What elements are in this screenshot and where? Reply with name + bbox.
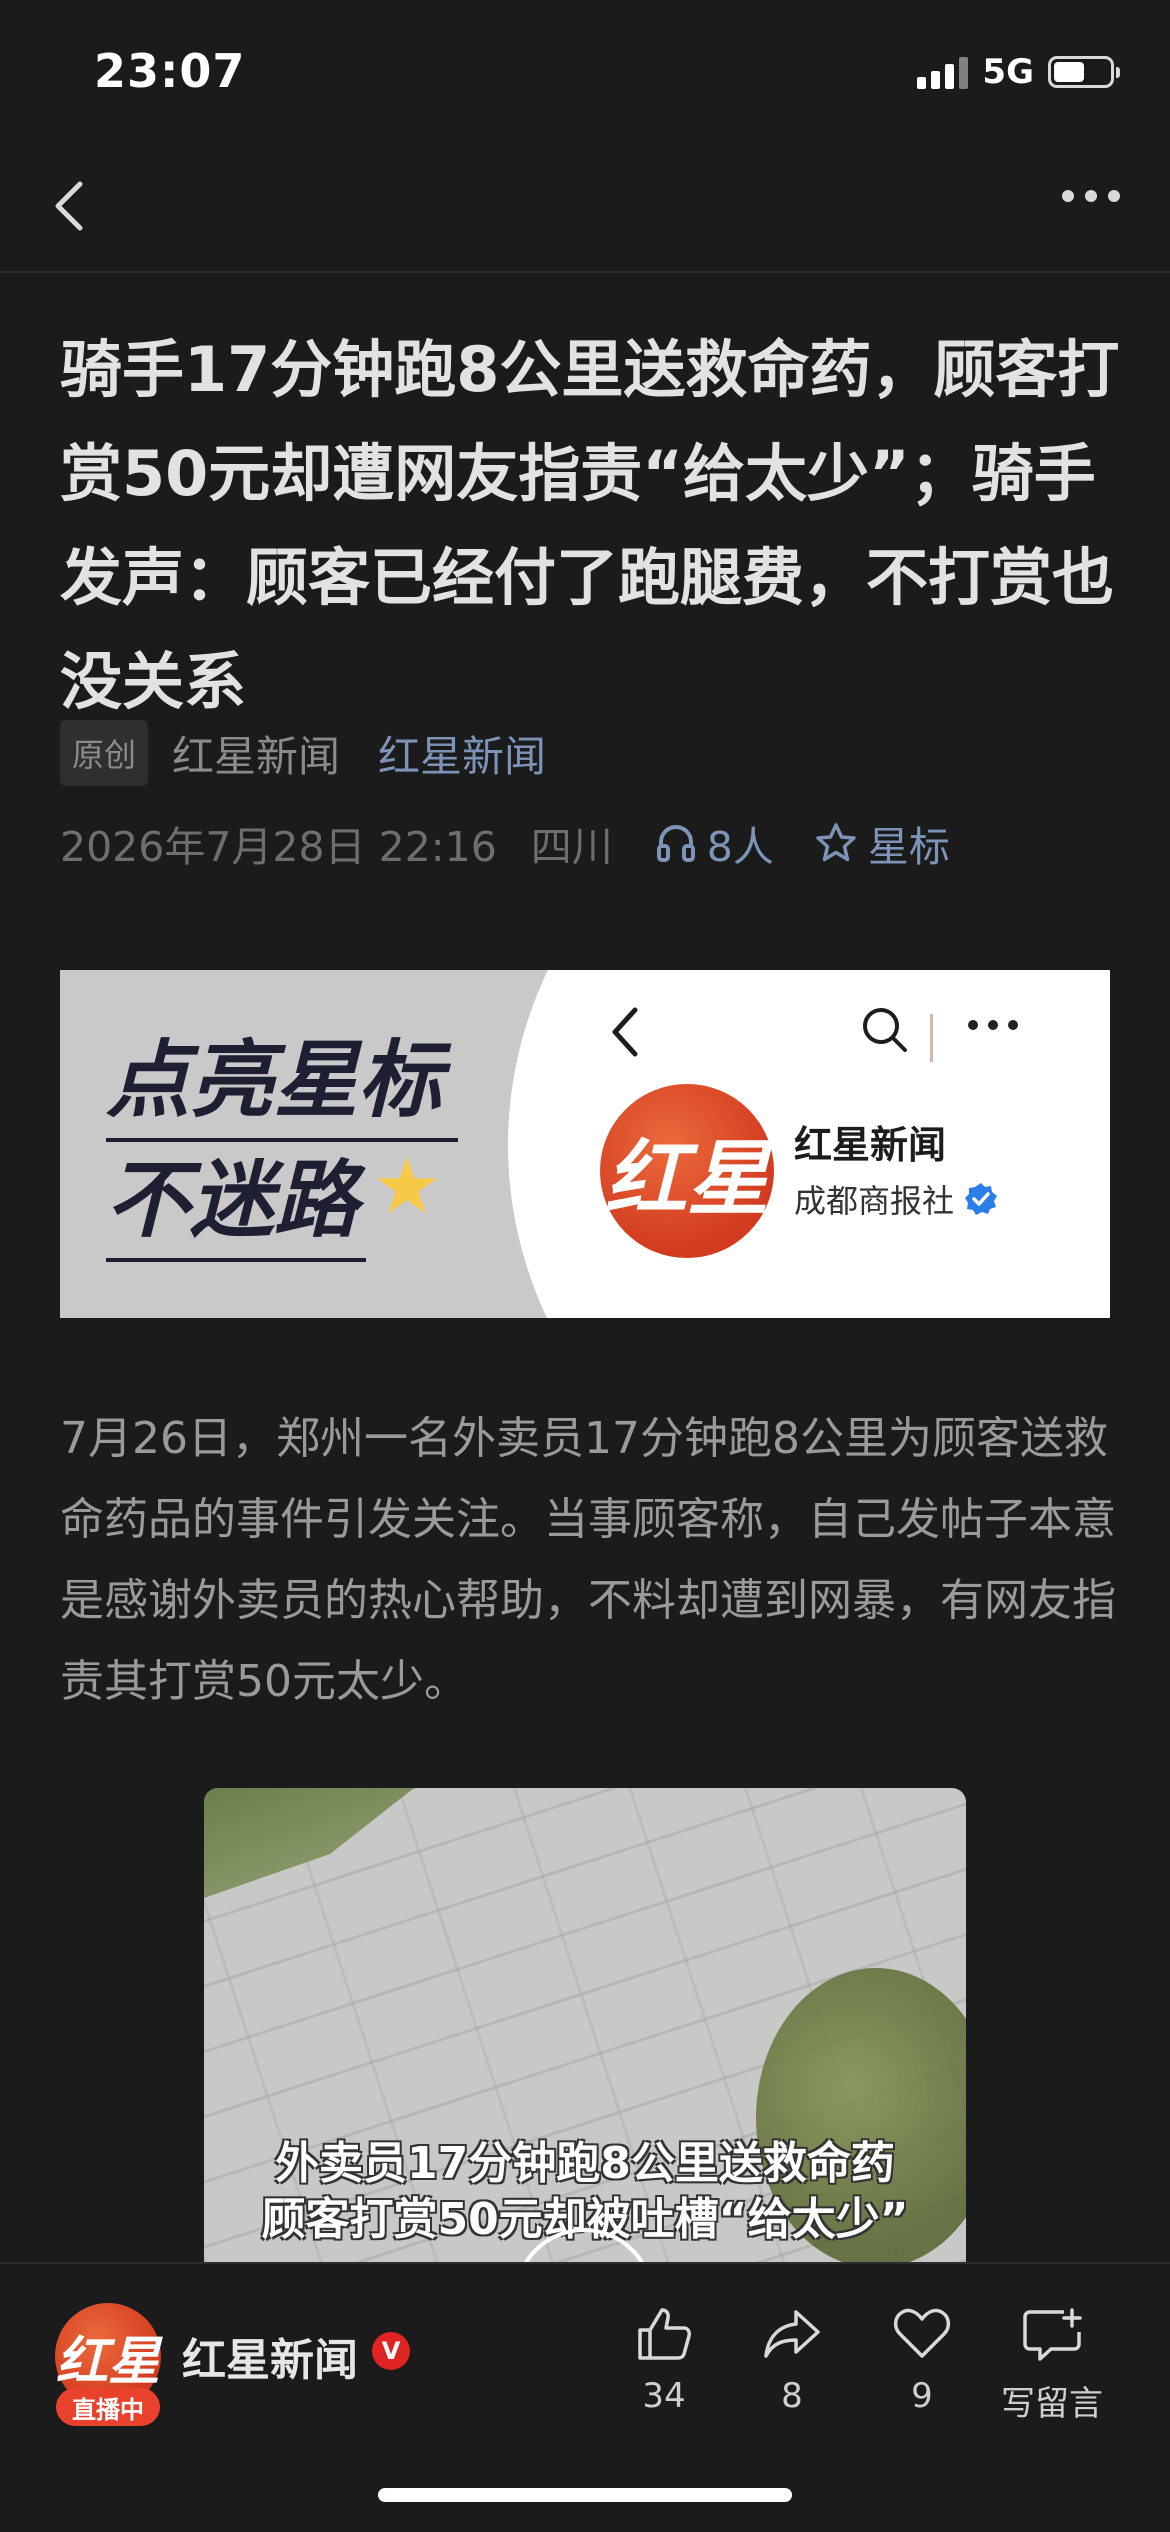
status-time: 23:07 xyxy=(94,44,246,98)
article-title: 骑手17分钟跑8公里送救命药，顾客打赏50元却遭网友指责“给太少”；骑手发声：顾… xyxy=(60,333,1120,718)
account-link[interactable]: 红星新闻 xyxy=(378,723,546,784)
verified-icon xyxy=(965,1183,998,1215)
favorite-button[interactable]: 9 xyxy=(862,2302,982,2416)
comment-add-icon xyxy=(1023,2308,1082,2361)
signal-icon xyxy=(917,55,969,89)
star-label: 星标 xyxy=(867,823,950,871)
banner-search-icon xyxy=(863,1008,907,1052)
thumbs-up-icon xyxy=(638,2308,691,2360)
banner-divider xyxy=(930,1014,933,1062)
status-indicators: 5G xyxy=(917,52,1120,92)
nav-bar xyxy=(0,140,1170,273)
share-count: 8 xyxy=(781,2376,803,2416)
article-video[interactable]: 外卖员17分钟跑8公里送救命药 顾客打赏50元却被吐槽“给太少” xyxy=(204,1788,966,2262)
account-name[interactable]: 红星新闻 xyxy=(182,2324,358,2388)
ellipsis-icon[interactable] xyxy=(1062,190,1120,202)
listeners-count: 8人 xyxy=(706,823,774,871)
original-tag: 原创 xyxy=(60,720,149,786)
like-button[interactable]: 34 xyxy=(604,2302,724,2416)
banner-org-name: 成都商报社 xyxy=(794,1182,955,1220)
favorite-count: 9 xyxy=(911,2376,933,2416)
home-indicator[interactable] xyxy=(378,2488,792,2502)
meta-row: 2026年7月28日 22:16 四川 8人 星标 xyxy=(60,810,950,876)
network-type: 5G xyxy=(982,52,1034,92)
star-emoji-icon: ★ xyxy=(372,1142,442,1232)
banner-back-icon xyxy=(612,1007,638,1057)
chevron-left-icon[interactable] xyxy=(44,176,104,236)
share-button[interactable]: 8 xyxy=(732,2302,852,2416)
banner-slogan-line1: 点亮星标 xyxy=(106,1022,458,1142)
write-comment-label: 写留言 xyxy=(1001,2384,1103,2424)
publish-date: 2026年7月28日 22:16 xyxy=(60,823,497,871)
heart-icon xyxy=(893,2308,951,2358)
publish-region: 四川 xyxy=(530,823,613,871)
banner-slogan-line2: 不迷路 xyxy=(106,1142,366,1262)
star-promo-banner: 点亮星标 不迷路 ★ 红星 红星新闻 成都商报社 xyxy=(60,970,1110,1318)
headphones-icon xyxy=(656,825,695,862)
listen-button[interactable]: 8人 xyxy=(655,813,774,873)
article-body: 7月26日，郑州一名外卖员17分钟跑8公里为顾客送救命药品的事件引发关注。当事顾… xyxy=(60,1413,1116,1707)
share-icon xyxy=(764,2310,820,2358)
banner-account-name: 红星新闻 xyxy=(794,1123,947,1167)
banner-more-icon xyxy=(968,1020,1018,1030)
verified-v-icon: V xyxy=(372,2332,410,2370)
video-caption-line1: 外卖员17分钟跑8公里送救命药 xyxy=(275,2138,895,2189)
star-icon xyxy=(816,823,856,862)
status-bar: 23:07 5G xyxy=(0,0,1170,140)
like-count: 34 xyxy=(642,2376,686,2416)
banner-logo: 红星 xyxy=(600,1084,774,1258)
write-comment-button[interactable]: 写留言 xyxy=(990,2302,1114,2425)
article-author: 红星新闻 xyxy=(172,731,341,781)
source-row: 原创 红星新闻 红星新闻 xyxy=(60,720,546,786)
banner-org: 成都商报社 xyxy=(794,1176,998,1222)
live-badge[interactable]: 直播中 xyxy=(56,2388,160,2426)
battery-icon xyxy=(1048,56,1120,88)
star-button[interactable]: 星标 xyxy=(814,813,950,873)
